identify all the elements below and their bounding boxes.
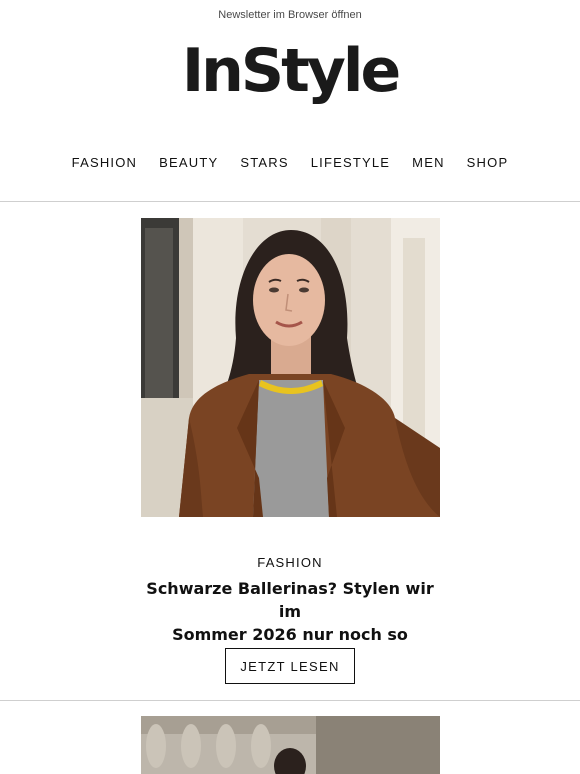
headline-line-2: Sommer 2026 nur noch so xyxy=(172,625,408,644)
nav-item-beauty[interactable]: BEAUTY xyxy=(148,154,229,172)
nav-item-lifestyle[interactable]: LIFESTYLE xyxy=(300,154,401,172)
read-now-button[interactable]: JETZT LESEN xyxy=(225,648,355,684)
main-navigation: FASHION BEAUTY STARS LIFESTYLE MEN SHOP xyxy=(0,154,580,172)
open-in-browser-link[interactable]: Newsletter im Browser öffnen xyxy=(0,9,580,21)
nav-item-stars[interactable]: STARS xyxy=(229,154,299,172)
article-category: FASHION xyxy=(257,555,323,570)
next-article-image[interactable] xyxy=(141,716,440,774)
nav-item-shop[interactable]: SHOP xyxy=(456,154,520,172)
article-image[interactable] xyxy=(141,218,440,517)
nav-item-fashion[interactable]: FASHION xyxy=(61,154,148,172)
headline-line-1: Schwarze Ballerinas? Stylen wir im xyxy=(146,579,434,621)
newsletter-page: Newsletter im Browser öffnen InStyle FAS… xyxy=(0,0,580,774)
instyle-logo[interactable]: InStyle xyxy=(0,36,580,106)
article-headline[interactable]: Schwarze Ballerinas? Stylen wir im Somme… xyxy=(140,577,440,646)
divider-bottom xyxy=(0,700,580,701)
divider-top xyxy=(0,201,580,202)
nav-item-men[interactable]: MEN xyxy=(401,154,456,172)
